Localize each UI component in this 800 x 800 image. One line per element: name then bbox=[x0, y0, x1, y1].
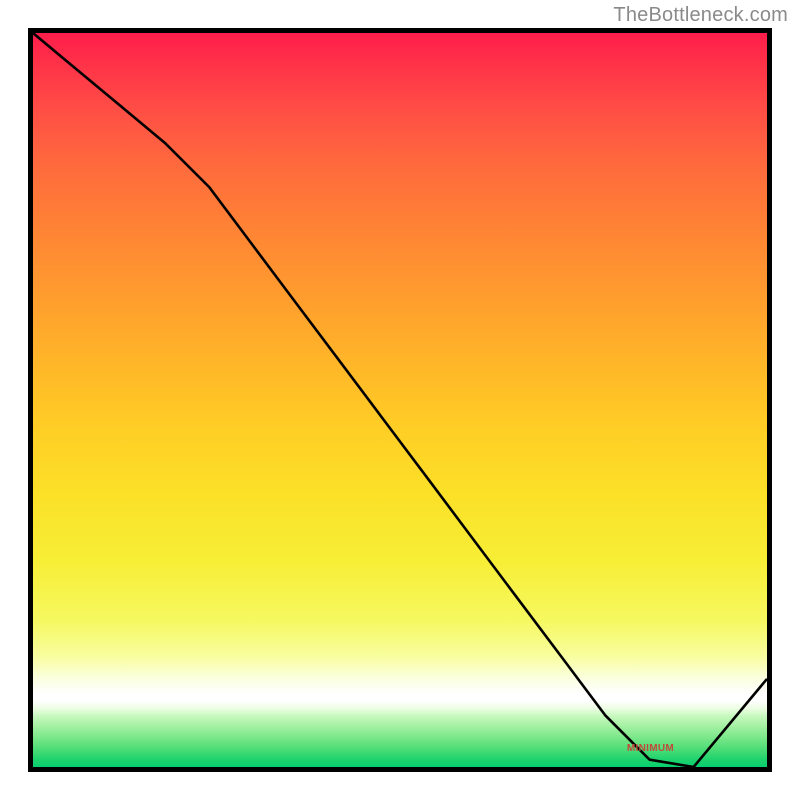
bottleneck-curve bbox=[33, 33, 767, 767]
minimum-value-label: MINIMUM bbox=[627, 743, 674, 754]
chart-container: TheBottleneck.com MINIMUM bbox=[0, 0, 800, 800]
curve-svg bbox=[33, 33, 767, 767]
plot-frame: MINIMUM bbox=[28, 28, 772, 772]
watermark-text: TheBottleneck.com bbox=[613, 4, 788, 27]
